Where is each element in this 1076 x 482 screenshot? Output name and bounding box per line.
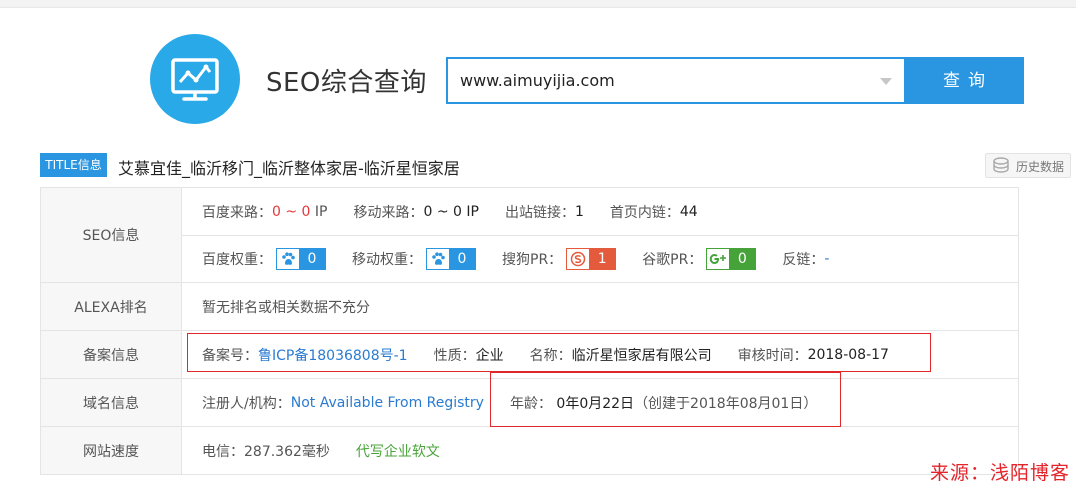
monitor-chart-icon (171, 58, 219, 101)
mobile-traffic-label: 移动来路： (353, 204, 424, 221)
google-pr-label: 谷歌PR： (642, 252, 703, 268)
app-title: SEO综合查询 (266, 68, 427, 98)
telecom-value: 287.362毫秒 (244, 443, 330, 460)
speed-row: 网站速度 电信： 287.362毫秒 代写企业软文 (41, 427, 1018, 474)
search-button[interactable]: 查询 (904, 57, 1024, 104)
title-badge: TITLE信息 (40, 153, 107, 177)
mobile-weight-badge[interactable]: 0 (426, 248, 476, 270)
backlinks-value[interactable]: - (824, 251, 829, 267)
watermark: 来源：浅陌博客 (930, 462, 1071, 482)
sogou-icon (570, 251, 586, 267)
seo-label: SEO信息 (41, 188, 182, 282)
page-title-text: 艾慕宜佳_临沂移门_临沂整体家居-临沂星恒家居 (118, 159, 460, 178)
baidu-traffic-unit: IP (314, 203, 328, 220)
baidu-weight-value: 0 (299, 249, 325, 269)
alexa-text: 暂无排名或相关数据不充分 (202, 299, 370, 316)
alexa-label: ALEXA排名 (41, 283, 182, 330)
registrant-link[interactable]: Not Available From Registry (291, 395, 484, 411)
sogou-pr-value: 1 (589, 249, 616, 269)
seo-row: SEO信息 百度来路： 0 ~ 0 IP 移动来路： 0 ~ 0 IP 出站链接… (41, 188, 1018, 283)
backlinks-label: 反链： (782, 252, 825, 268)
google-pr-badge[interactable]: 0 (706, 248, 757, 270)
sogou-pr-badge[interactable]: 1 (566, 248, 617, 270)
registrant-label: 注册人/机构： (202, 395, 291, 412)
icp-label: 备案信息 (41, 331, 182, 378)
mobile-weight-label: 移动权重： (352, 252, 422, 268)
google-plus-icon (710, 254, 727, 264)
age-highlight-box (490, 372, 841, 427)
icp-highlight-box (187, 333, 931, 372)
outbound-links-label: 出站链接： (504, 204, 575, 221)
logo[interactable] (150, 34, 240, 124)
search-box[interactable] (446, 57, 906, 104)
telecom-label: 电信： (202, 443, 244, 460)
baidu-weight-badge[interactable]: 0 (276, 248, 326, 270)
seo-weight-line: 百度权重： 0 移动权重： 0 搜狗PR： 1 谷歌PR： 0 反链： - (182, 235, 1018, 282)
history-label: 历史数据 (1016, 160, 1065, 174)
mobile-weight-value: 0 (449, 249, 475, 269)
baidu-paw-icon (432, 252, 445, 265)
outbound-links-value[interactable]: 1 (575, 204, 584, 220)
top-bar (0, 0, 1076, 8)
dropdown-caret-icon[interactable] (880, 78, 892, 85)
baidu-traffic-label: 百度来路： (202, 204, 272, 221)
promo-link[interactable]: 代写企业软文 (356, 441, 440, 461)
speed-label: 网站速度 (41, 427, 182, 474)
mobile-traffic-value: 0 ~ 0 IP (423, 203, 479, 220)
baidu-weight-label: 百度权重： (202, 252, 272, 268)
inbound-links-label: 首页内链： (609, 204, 680, 221)
baidu-paw-icon (282, 252, 295, 265)
domain-label: 域名信息 (41, 379, 182, 426)
history-icon (993, 157, 1009, 173)
baidu-traffic-value: 0 ~ 0 (272, 203, 311, 220)
history-data-button[interactable]: 历史数据 (985, 153, 1071, 178)
info-table: SEO信息 百度来路： 0 ~ 0 IP 移动来路： 0 ~ 0 IP 出站链接… (40, 187, 1019, 475)
alexa-row: ALEXA排名 暂无排名或相关数据不充分 (41, 283, 1018, 331)
inbound-links-value[interactable]: 44 (680, 204, 698, 220)
search-input[interactable] (460, 59, 860, 102)
sogou-pr-label: 搜狗PR： (502, 252, 563, 268)
seo-traffic-line: 百度来路： 0 ~ 0 IP 移动来路： 0 ~ 0 IP 出站链接： 1 首页… (182, 188, 1018, 235)
google-pr-value: 0 (729, 249, 756, 269)
